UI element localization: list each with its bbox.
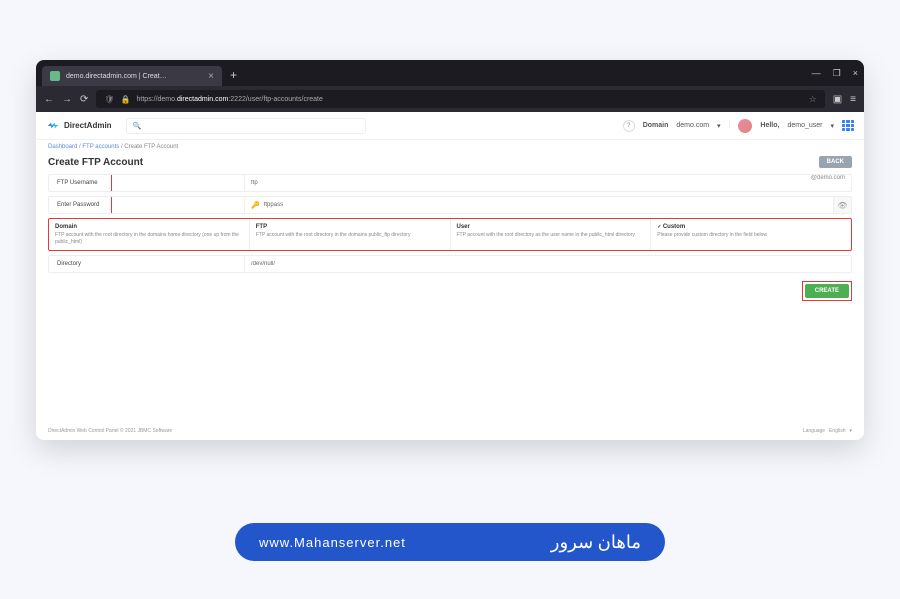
domain-value: demo.com [676, 122, 709, 129]
url-bar[interactable]: 🛡 🔒 https://demo.directadmin.com:2222/us… [96, 90, 824, 108]
card-desc: FTP account with the root directory in t… [256, 232, 444, 239]
close-window-icon[interactable]: × [853, 68, 858, 79]
shield-icon: 🛡 [104, 95, 114, 104]
toggle-password-icon[interactable]: 👁 [833, 197, 851, 213]
chevron-down-icon: ▾ [849, 428, 852, 434]
tab-title: demo.directadmin.com | Creat… [66, 73, 202, 80]
username-suffix: @demo.com [811, 175, 851, 191]
browser-window: demo.directadmin.com | Creat… × + — ❐ × … [36, 60, 864, 440]
reload-icon[interactable]: ⟳ [80, 94, 88, 105]
footer: DirectAdmin Web Control Panel © 2021 JBM… [48, 428, 852, 434]
window-controls: — ❐ × [812, 68, 858, 79]
extensions-icon[interactable]: ▣ [833, 94, 842, 105]
menu-icon[interactable]: ≡ [850, 94, 856, 105]
tab-close-icon[interactable]: × [208, 71, 214, 82]
title-row: Create FTP Account BACK [36, 154, 864, 174]
breadcrumb-ftp[interactable]: FTP accounts [82, 144, 119, 150]
lock-icon: 🔒 [121, 95, 131, 104]
language-selector[interactable]: Language English ▾ [803, 428, 852, 434]
card-custom[interactable]: Custom Please provide custom directory i… [651, 219, 851, 250]
page-title: Create FTP Account [48, 157, 143, 168]
breadcrumb-current: Create FTP Account [124, 144, 178, 150]
new-tab-button[interactable]: + [230, 68, 237, 82]
card-title: FTP [256, 224, 444, 230]
create-button[interactable]: CREATE [805, 284, 849, 298]
brand-text: DirectAdmin [64, 121, 112, 130]
copyright: DirectAdmin Web Control Panel © 2021 JBM… [48, 428, 172, 434]
ftp-username-label: FTP Username [49, 175, 245, 191]
card-desc: FTP account with the root directory in t… [55, 232, 243, 245]
ftp-username-input[interactable] [251, 180, 805, 186]
search-icon: 🔍 [133, 122, 142, 130]
breadcrumb: Dashboard / FTP accounts / Create FTP Ac… [36, 140, 864, 154]
breadcrumb-dashboard[interactable]: Dashboard [48, 144, 77, 150]
card-domain[interactable]: Domain FTP account with the root directo… [49, 219, 250, 250]
directory-label: Directory [49, 256, 245, 272]
watermark-brand: ماهان سرور [551, 532, 641, 553]
chevron-down-icon[interactable]: ▾ [717, 122, 721, 130]
password-row: Enter Password 🔑 👁 [48, 196, 852, 214]
tab-favicon [50, 71, 60, 81]
search-input[interactable]: 🔍 [126, 118, 366, 134]
watermark-url: www.Mahanserver.net [259, 535, 406, 550]
minimize-icon[interactable]: — [812, 68, 821, 79]
username: demo_user [787, 122, 822, 129]
back-icon[interactable]: ← [44, 94, 54, 105]
apps-grid-icon[interactable] [842, 120, 854, 132]
back-button[interactable]: BACK [819, 156, 852, 168]
watermark-banner: www.Mahanserver.net ماهان سرور [235, 523, 665, 561]
brand-logo[interactable]: DirectAdmin [46, 119, 112, 133]
greeting: Hello, [760, 122, 779, 129]
avatar[interactable] [738, 119, 752, 133]
chevron-down-icon[interactable]: ▾ [830, 122, 834, 130]
card-title: User [457, 224, 645, 230]
directory-option-cards: Domain FTP account with the root directo… [48, 218, 852, 251]
bookmark-icon[interactable]: ☆ [809, 94, 817, 105]
ftp-username-row: FTP Username @demo.com [48, 174, 852, 192]
url-text: https://demo.directadmin.com:2222/user/f… [137, 96, 323, 103]
card-title: Custom [657, 224, 845, 230]
domain-label: Domain [643, 122, 669, 129]
browser-tab[interactable]: demo.directadmin.com | Creat… × [42, 66, 222, 86]
forward-icon[interactable]: → [62, 94, 72, 105]
card-ftp[interactable]: FTP FTP account with the root directory … [250, 219, 451, 250]
card-desc: FTP account with the root directory as t… [457, 232, 645, 239]
directory-input[interactable] [251, 261, 845, 267]
tab-bar: demo.directadmin.com | Creat… × + — ❐ × [36, 60, 864, 86]
card-desc: Please provide custom directory in the f… [657, 232, 845, 239]
directory-row: Directory [48, 255, 852, 273]
key-icon: 🔑 [251, 201, 260, 209]
password-input[interactable] [264, 202, 827, 208]
create-row: CREATE [36, 277, 864, 305]
help-icon[interactable]: ? [623, 120, 635, 132]
password-label: Enter Password [49, 197, 245, 213]
nav-bar: ← → ⟳ 🛡 🔒 https://demo.directadmin.com:2… [36, 86, 864, 112]
form-area: FTP Username @demo.com Enter Password 🔑 … [36, 174, 864, 273]
logo-icon [46, 119, 60, 133]
card-title: Domain [55, 224, 243, 230]
card-user[interactable]: User FTP account with the root directory… [451, 219, 652, 250]
maximize-icon[interactable]: ❐ [833, 68, 841, 79]
app-header: DirectAdmin 🔍 ? Domain demo.com ▾ | Hell… [36, 112, 864, 140]
